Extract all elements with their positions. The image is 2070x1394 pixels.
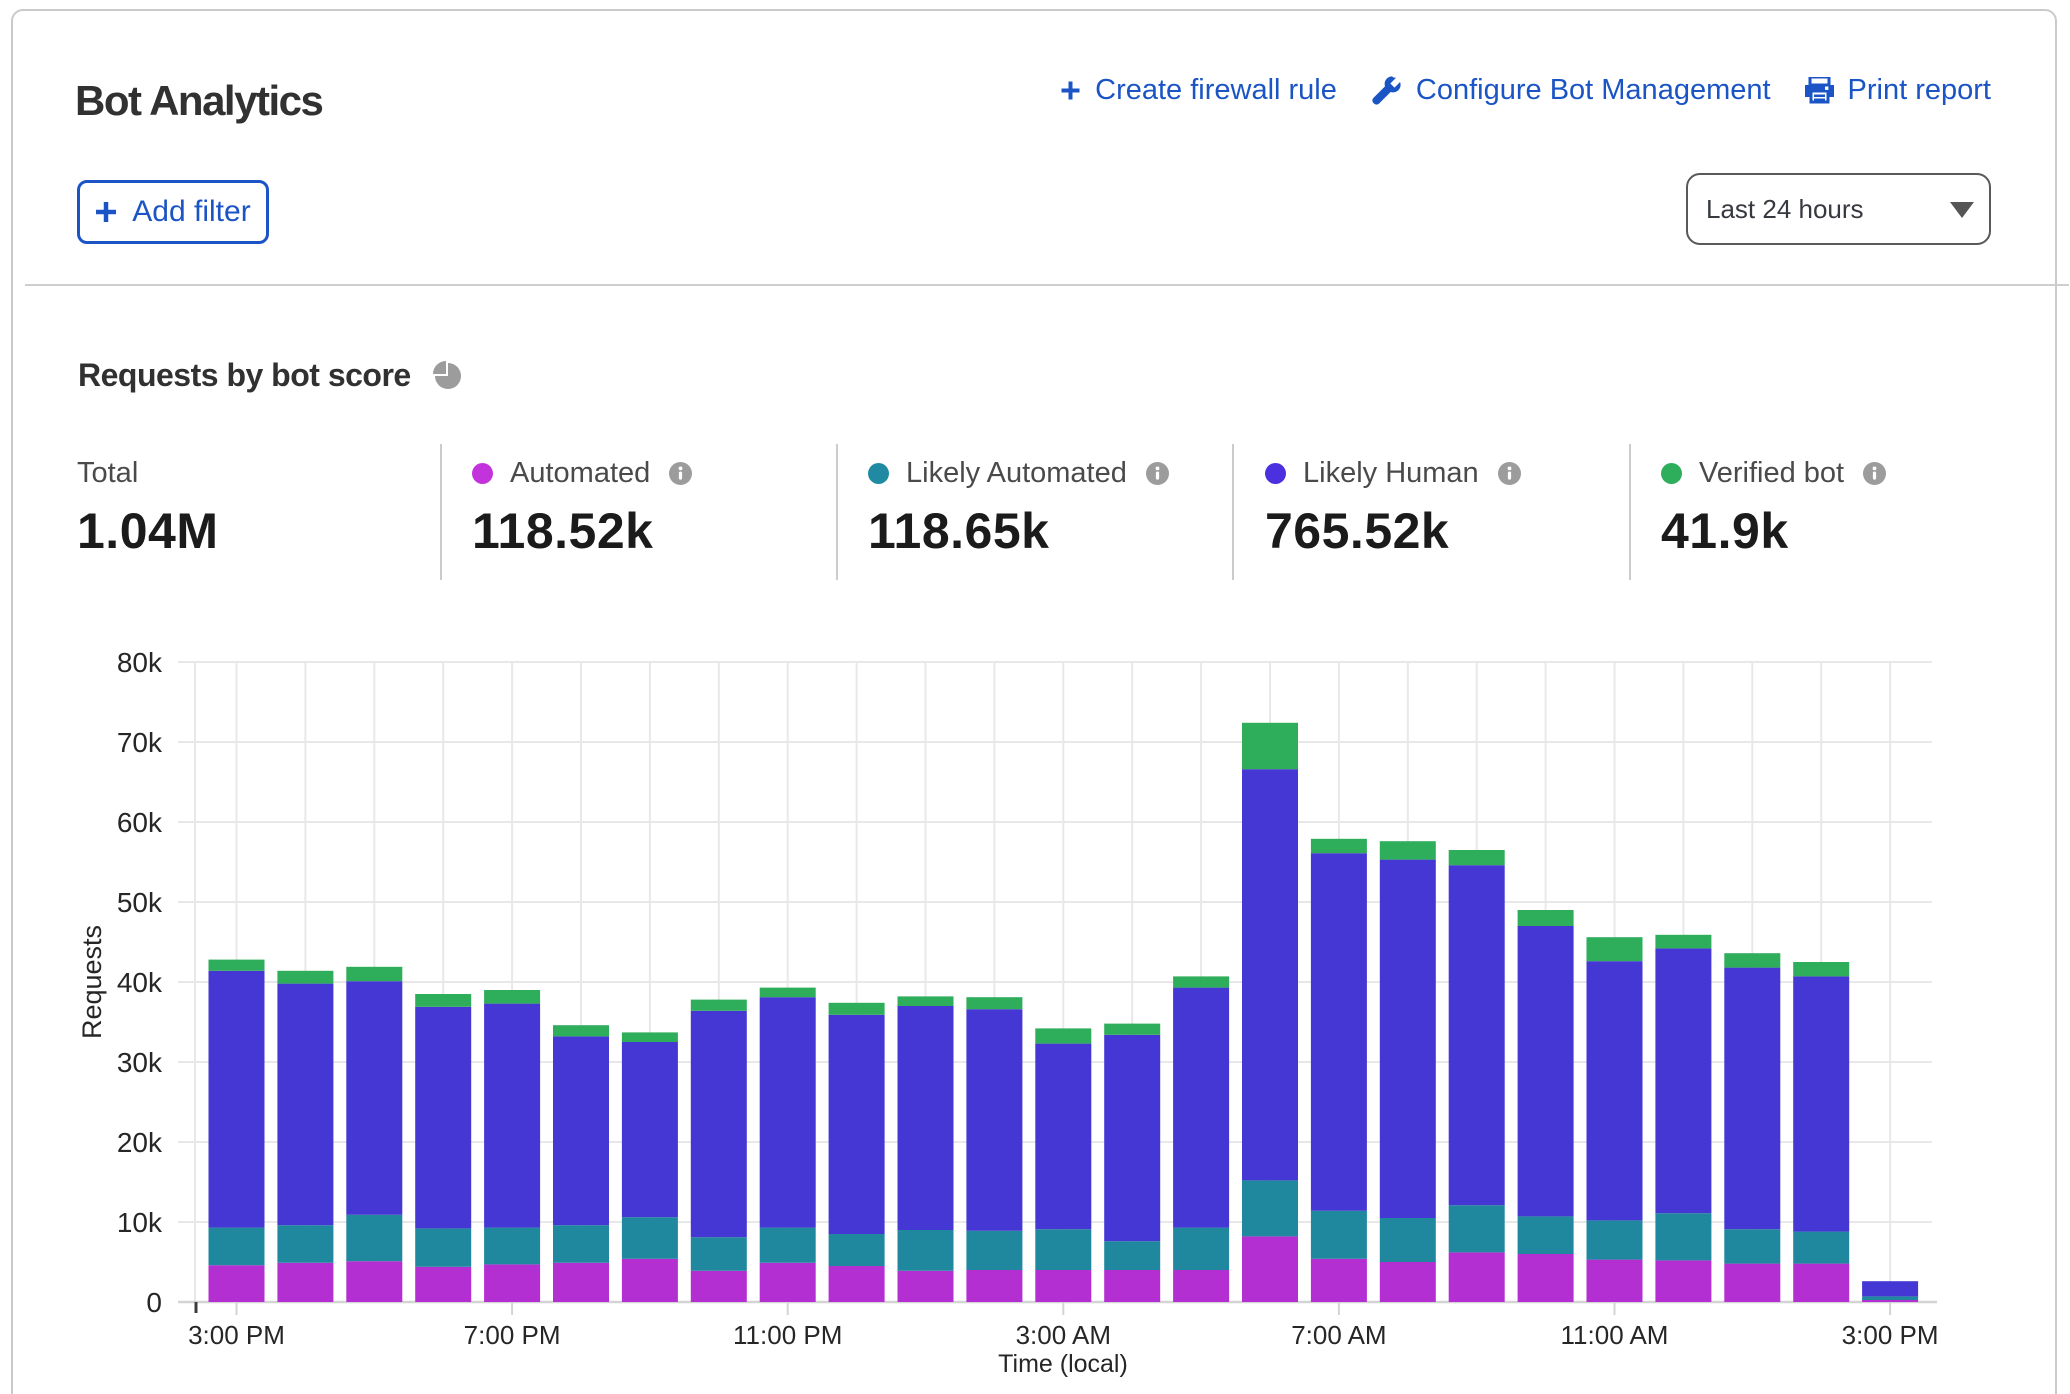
svg-text:Requests: Requests: [77, 925, 107, 1039]
svg-text:20k: 20k: [117, 1127, 163, 1158]
svg-text:3:00 PM: 3:00 PM: [1842, 1320, 1939, 1350]
svg-text:80k: 80k: [117, 647, 163, 678]
svg-text:3:00 AM: 3:00 AM: [1016, 1320, 1111, 1350]
svg-text:7:00 AM: 7:00 AM: [1291, 1320, 1386, 1350]
svg-text:60k: 60k: [117, 807, 163, 838]
svg-text:3:00 PM: 3:00 PM: [188, 1320, 285, 1350]
svg-text:70k: 70k: [117, 727, 163, 758]
svg-text:50k: 50k: [117, 887, 163, 918]
svg-text:40k: 40k: [117, 967, 163, 998]
svg-text:Time (local): Time (local): [998, 1350, 1128, 1378]
svg-text:11:00 AM: 11:00 AM: [1561, 1320, 1669, 1350]
svg-text:7:00 PM: 7:00 PM: [464, 1320, 561, 1350]
svg-text:0: 0: [146, 1287, 162, 1318]
svg-text:30k: 30k: [117, 1047, 163, 1078]
svg-text:10k: 10k: [117, 1207, 163, 1238]
svg-text:11:00 PM: 11:00 PM: [733, 1320, 842, 1350]
